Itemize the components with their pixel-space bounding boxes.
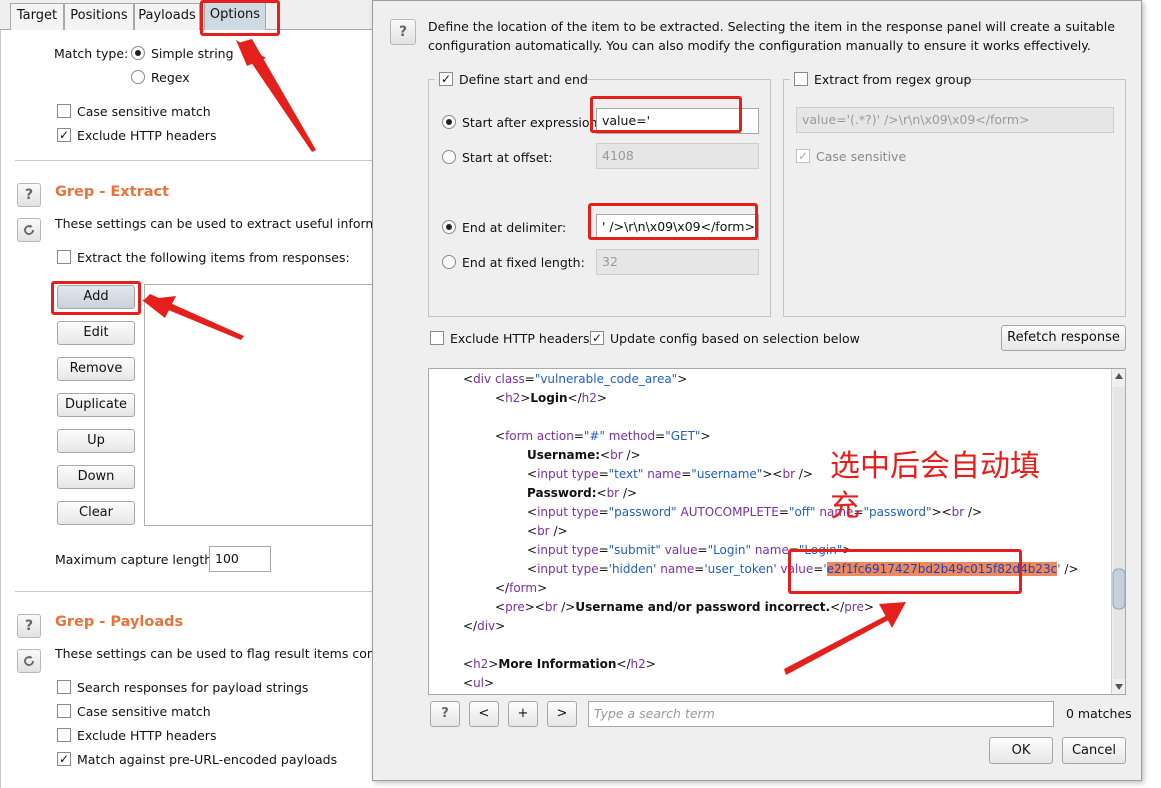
annotation-text-line2: 充 (830, 489, 860, 524)
arrow-icon (879, 602, 906, 628)
annotation-arrows (142, 39, 906, 675)
annotation-text-line1: 选中后会自动填 (830, 449, 1040, 484)
arrow-icon (784, 611, 898, 675)
